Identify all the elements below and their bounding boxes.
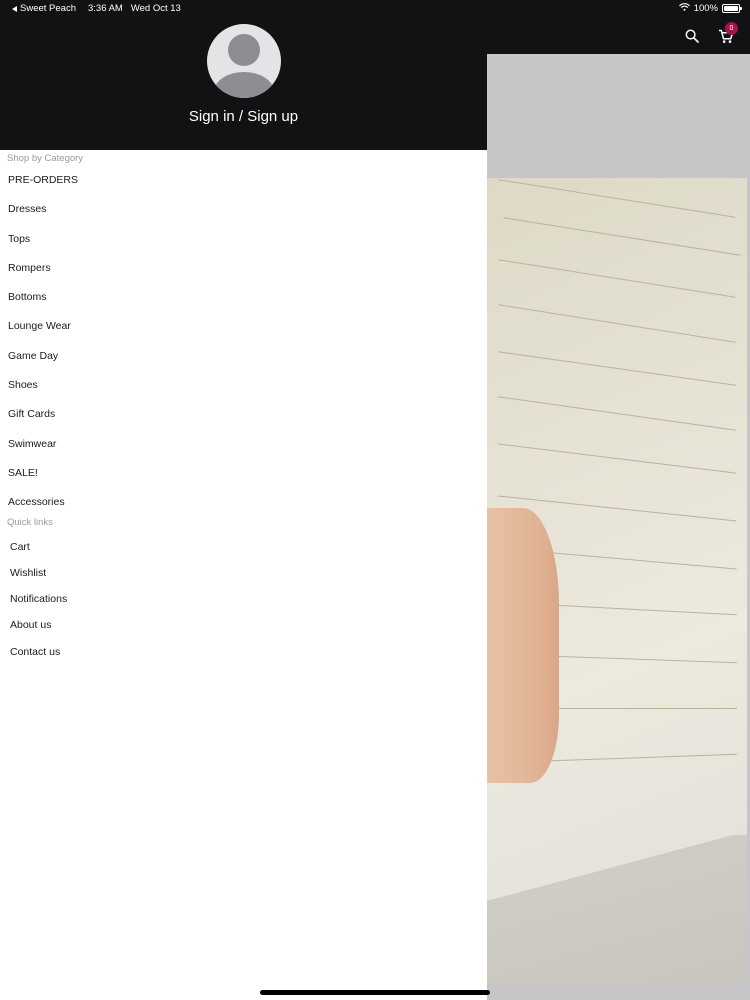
status-date: Wed Oct 13 <box>130 3 181 14</box>
back-arrow-icon <box>12 5 17 12</box>
quick-links-heading: Quick links <box>7 516 53 528</box>
category-item-sale[interactable]: SALE! <box>0 459 487 488</box>
category-item-tops[interactable]: Tops <box>0 225 487 254</box>
category-item-game-day[interactable]: Game Day <box>0 342 487 371</box>
quick-link-wishlist[interactable]: Wishlist <box>0 560 487 586</box>
quick-link-cart[interactable]: Cart <box>0 534 487 560</box>
category-item-swimwear[interactable]: Swimwear <box>0 430 487 459</box>
search-icon[interactable] <box>682 26 702 46</box>
avatar-head <box>228 34 260 66</box>
avatar[interactable] <box>207 24 281 98</box>
sign-in-button[interactable]: Sign in / Sign up <box>0 108 487 125</box>
status-time: 3:36 AM <box>87 3 123 14</box>
quick-link-contact-us[interactable]: Contact us <box>0 639 487 665</box>
category-item-gift-cards[interactable]: Gift Cards <box>0 400 487 429</box>
category-item-pre-orders[interactable]: PRE-ORDERS <box>0 166 487 195</box>
battery-percent: 100% <box>693 3 718 14</box>
battery-icon <box>722 4 742 13</box>
category-item-bottoms[interactable]: Bottoms <box>0 283 487 312</box>
quick-links-list: Cart Wishlist Notifications About us Con… <box>0 534 487 665</box>
quick-link-about-us[interactable]: About us <box>0 612 487 638</box>
category-item-dresses[interactable]: Dresses <box>0 195 487 224</box>
model-arm <box>487 508 559 783</box>
cart-count-badge: 0 <box>725 22 738 35</box>
home-indicator[interactable] <box>260 990 490 995</box>
category-item-shoes[interactable]: Shoes <box>0 371 487 400</box>
back-app-label: Sweet Peach <box>20 3 76 14</box>
sidewalk <box>487 835 747 985</box>
drawer-header: Sign in / Sign up <box>0 18 487 150</box>
navigation-drawer: Sign in / Sign up Shop by Category PRE-O… <box>0 18 487 1000</box>
app-header <box>487 18 750 54</box>
hero-image[interactable] <box>487 178 747 985</box>
avatar-body <box>214 72 274 98</box>
wifi-icon <box>678 3 690 14</box>
category-list: PRE-ORDERS Dresses Tops Rompers Bottoms … <box>0 166 487 518</box>
quick-link-notifications[interactable]: Notifications <box>0 586 487 612</box>
status-bar: Sweet Peach 3:36 AM Wed Oct 13 100% <box>0 0 750 18</box>
category-item-lounge-wear[interactable]: Lounge Wear <box>0 312 487 341</box>
back-to-app-button[interactable]: Sweet Peach <box>12 3 76 14</box>
category-item-rompers[interactable]: Rompers <box>0 254 487 283</box>
